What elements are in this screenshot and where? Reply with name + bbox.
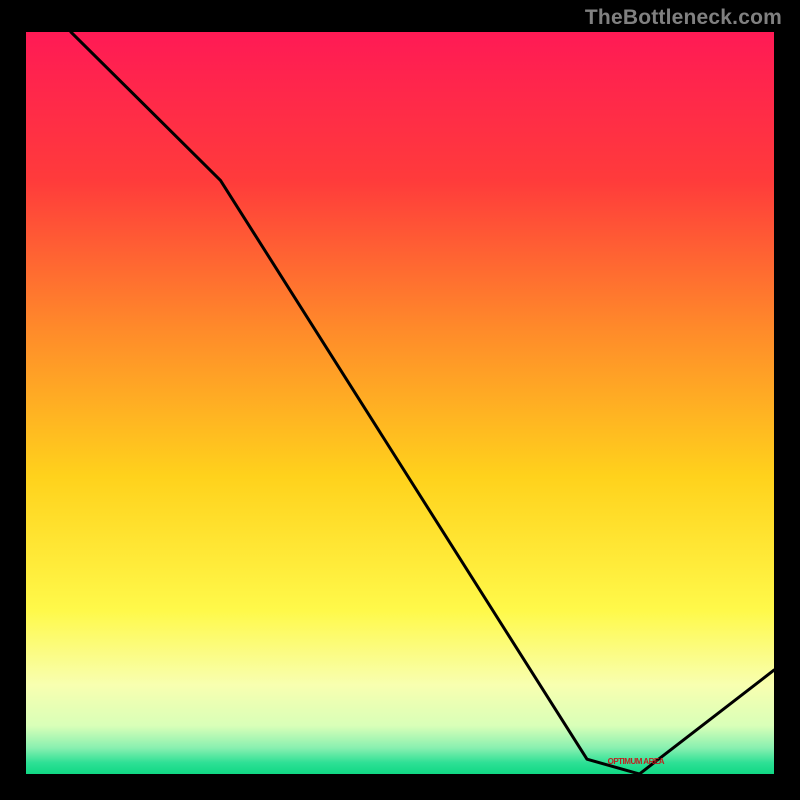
chart-plot-area: OPTIMUM AREA (26, 32, 774, 774)
optimum-area-label: OPTIMUM AREA (608, 757, 664, 766)
chart-curve (26, 32, 774, 774)
watermark-attribution: TheBottleneck.com (585, 6, 782, 30)
